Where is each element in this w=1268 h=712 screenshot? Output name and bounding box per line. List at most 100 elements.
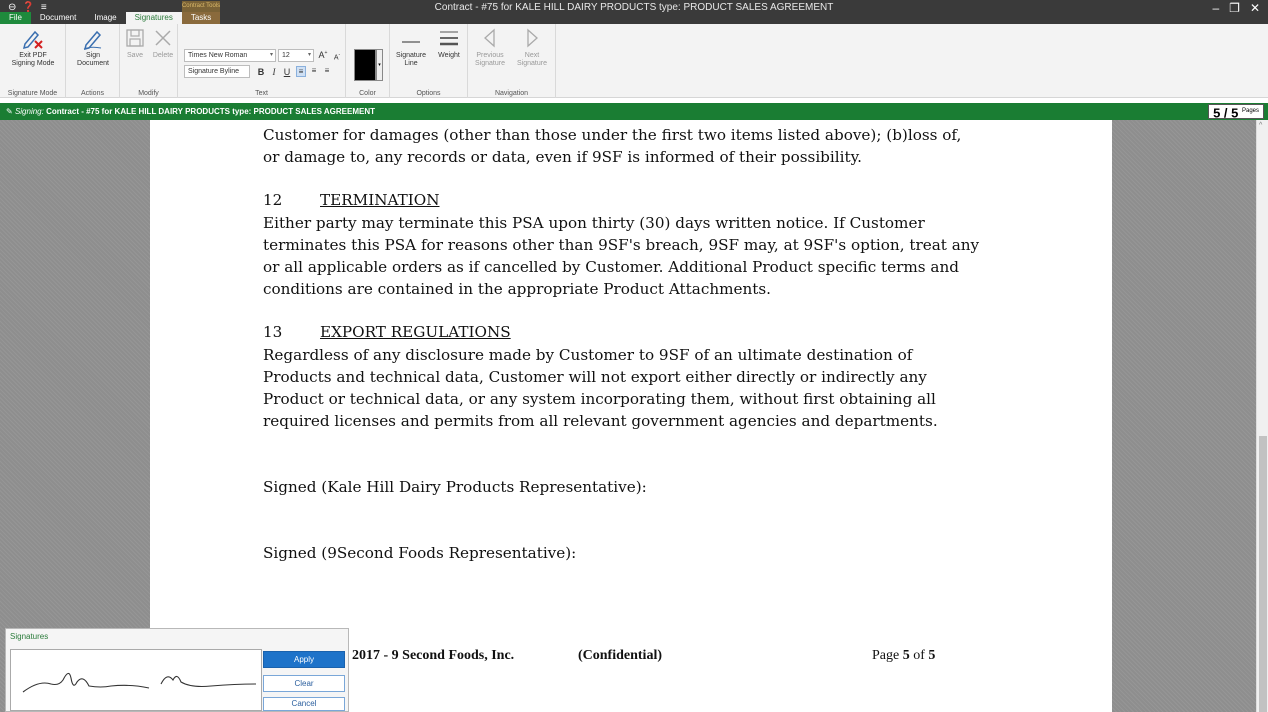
paragraph-line: Regardless of any disclosure made by Cus… xyxy=(263,346,913,364)
pencil-icon: ✎ xyxy=(6,107,13,116)
section-number: 12 xyxy=(263,191,283,209)
delete-icon xyxy=(155,30,171,46)
section-title: TERMINATION xyxy=(320,191,440,209)
ribbon: Exit PDF Signing Mode Signature Mode Sig… xyxy=(0,24,1268,98)
group-label-navigation: Navigation xyxy=(494,90,529,97)
signature-line-button[interactable]: Signature Line xyxy=(392,26,430,68)
chevron-down-icon: ▾ xyxy=(307,52,311,58)
vertical-scrollbar[interactable]: ^ xyxy=(1256,120,1268,712)
align-center-icon[interactable]: ≡ xyxy=(309,66,319,75)
group-label-color: Color xyxy=(359,90,376,97)
footer-page-current: 5 xyxy=(902,648,910,663)
pen-icon xyxy=(83,30,102,50)
paragraph-line: required licenses and permits from all r… xyxy=(263,412,938,430)
align-right-icon[interactable]: ≡ xyxy=(322,66,332,75)
document-page[interactable]: Customer for damages (other than those u… xyxy=(150,120,1112,712)
group-label-modify: Modify xyxy=(138,90,159,97)
group-signature-mode: Exit PDF Signing Mode Signature Mode xyxy=(0,24,66,98)
menu-tabs: File Document Image Signatures Contract … xyxy=(0,1,221,24)
page-counter-value: 5 / 5 xyxy=(1213,105,1239,121)
section-heading-termination: 12 TERMINATION xyxy=(263,189,440,211)
scroll-up-icon[interactable]: ^ xyxy=(1259,122,1262,129)
signature-line-label: Signature Line xyxy=(396,52,426,67)
paragraph-line: Product or technical data, or any system… xyxy=(263,390,936,408)
tab-document[interactable]: Document xyxy=(31,12,85,24)
tab-signatures[interactable]: Signatures xyxy=(125,12,182,24)
footer-confidential: (Confidential) xyxy=(578,648,662,663)
exit-pdf-signing-mode-button[interactable]: Exit PDF Signing Mode xyxy=(2,26,64,68)
contextual-tab-label: Contract Tools xyxy=(181,1,221,12)
footer-page-of: of xyxy=(909,648,929,663)
cancel-button[interactable]: Cancel xyxy=(263,697,345,711)
signature-line-icon xyxy=(402,41,420,43)
footer-page-number: Page 5 of 5 xyxy=(872,648,935,664)
group-label-text: Text xyxy=(255,90,268,97)
signatures-panel-title: Signatures xyxy=(10,632,49,641)
scrollbar-thumb[interactable] xyxy=(1259,436,1267,712)
clear-button[interactable]: Clear xyxy=(263,675,345,692)
sign-document-button[interactable]: Sign Document xyxy=(68,26,118,68)
exit-pdf-label: Exit PDF Signing Mode xyxy=(11,52,55,67)
font-family-select[interactable]: Times New Roman ▾ xyxy=(184,49,276,62)
signing-document-title: Contract - #75 for KALE HILL DAIRY PRODU… xyxy=(46,107,376,116)
group-options: Signature Line Weight Options xyxy=(390,24,468,98)
shrink-font-icon[interactable]: A- xyxy=(332,52,342,61)
group-text: Times New Roman ▾ 12 ▾ A+ A- Signature B… xyxy=(178,24,346,98)
font-size-select[interactable]: 12 ▾ xyxy=(278,49,314,62)
page-counter: 5 / 5 Pages xyxy=(1208,104,1264,119)
paragraph-line: Either party may terminate this PSA upon… xyxy=(263,214,925,232)
group-label-options: Options xyxy=(416,90,441,97)
group-actions: Sign Document Actions xyxy=(66,24,120,98)
weight-label: Weight xyxy=(438,52,460,59)
font-family-value: Times New Roman xyxy=(188,52,248,59)
section-heading-export: 13 EXPORT REGULATIONS xyxy=(263,321,511,343)
signature-stroke xyxy=(22,672,257,693)
page-counter-label: Pages xyxy=(1241,108,1259,114)
footer-page-total: 5 xyxy=(928,648,936,663)
signature-line-vendor[interactable]: Signed (9Second Foods Representative): xyxy=(263,542,576,564)
weight-button[interactable]: Weight xyxy=(432,26,466,60)
save-icon xyxy=(126,29,144,47)
pen-cancel-icon xyxy=(22,30,43,50)
color-swatch[interactable] xyxy=(354,49,376,81)
restore-button[interactable]: ❐ xyxy=(1229,1,1240,15)
align-left-icon[interactable]: ≡ xyxy=(296,66,306,77)
footer-page-prefix: Page xyxy=(872,648,903,663)
chevron-down-icon[interactable]: ▾ xyxy=(376,49,383,81)
bold-button[interactable]: B xyxy=(256,67,266,77)
tab-tasks-label: Tasks xyxy=(190,13,212,22)
next-signature-label: Next Signature xyxy=(517,52,547,67)
title-bar: ⊖ ❓ ≡ Contract - #75 for KALE HILL DAIRY… xyxy=(0,0,1268,24)
group-navigation: Previous Signature Next Signature Naviga… xyxy=(468,24,556,98)
sign-document-label: Sign Document xyxy=(77,52,109,67)
apply-button[interactable]: Apply xyxy=(263,651,345,668)
style-select[interactable]: Signature Byline xyxy=(184,65,250,78)
grow-font-icon[interactable]: A+ xyxy=(318,50,328,60)
tab-file[interactable]: File xyxy=(0,12,31,24)
triangle-left-icon xyxy=(484,28,495,48)
group-label-actions: Actions xyxy=(81,90,104,97)
delete-button[interactable]: Delete xyxy=(150,26,176,60)
tab-image[interactable]: Image xyxy=(85,12,125,24)
signature-pad[interactable] xyxy=(10,649,262,711)
previous-signature-button[interactable]: Previous Signature xyxy=(470,26,510,68)
save-label: Save xyxy=(127,52,143,59)
chevron-down-icon: ▾ xyxy=(269,52,273,58)
paragraph-line: terminates this PSA for reasons other th… xyxy=(263,236,980,254)
minimize-button[interactable]: – xyxy=(1212,1,1219,15)
tab-tasks[interactable]: Contract Tools Tasks xyxy=(181,1,221,24)
group-label-signature-mode: Signature Mode xyxy=(7,90,58,97)
signatures-panel: Signatures Apply Clear Cancel xyxy=(5,628,349,712)
next-signature-button[interactable]: Next Signature xyxy=(512,26,552,68)
paragraph-line: Customer for damages (other than those u… xyxy=(263,126,962,144)
close-button[interactable]: ✕ xyxy=(1250,1,1260,15)
italic-button[interactable]: I xyxy=(269,67,279,77)
signature-line-customer[interactable]: Signed (Kale Hill Dairy Products Represe… xyxy=(263,476,647,498)
style-value: Signature Byline xyxy=(188,68,239,75)
paragraph-line: or all applicable orders as if cancelled… xyxy=(263,258,959,276)
document-workspace[interactable]: Customer for damages (other than those u… xyxy=(0,120,1268,712)
underline-button[interactable]: U xyxy=(282,67,292,77)
signing-status-bar: ✎ Signing: Contract - #75 for KALE HILL … xyxy=(0,103,1268,120)
save-button[interactable]: Save xyxy=(122,26,148,60)
previous-signature-label: Previous Signature xyxy=(475,52,505,67)
